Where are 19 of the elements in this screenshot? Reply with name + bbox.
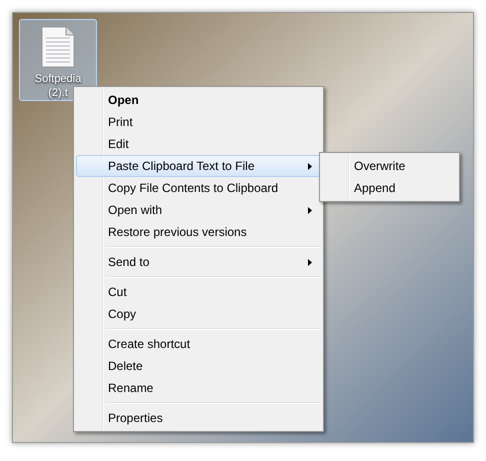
- submenu-arrow-icon: [308, 206, 312, 214]
- text-file-icon: [41, 26, 75, 68]
- menu-item[interactable]: Send to: [76, 251, 321, 273]
- menu-item[interactable]: Copy: [76, 303, 321, 325]
- menu-item[interactable]: Append: [322, 177, 457, 199]
- menu-item[interactable]: Print: [76, 111, 321, 133]
- submenu-arrow-icon: [308, 162, 312, 170]
- menu-item[interactable]: Rename: [76, 377, 321, 399]
- menu-item[interactable]: Delete: [76, 355, 321, 377]
- menu-item[interactable]: Edit: [76, 133, 321, 155]
- menu-item[interactable]: Paste Clipboard Text to File: [76, 155, 321, 177]
- menu-item[interactable]: Properties: [76, 407, 321, 429]
- menu-item[interactable]: Overwrite: [322, 155, 457, 177]
- menu-item[interactable]: Create shortcut: [76, 333, 321, 355]
- menu-item[interactable]: Copy File Contents to Clipboard: [76, 177, 321, 199]
- menu-item[interactable]: Cut: [76, 281, 321, 303]
- menu-item[interactable]: Restore previous versions: [76, 221, 321, 243]
- menu-item[interactable]: Open with: [76, 199, 321, 221]
- submenu-arrow-icon: [308, 258, 312, 266]
